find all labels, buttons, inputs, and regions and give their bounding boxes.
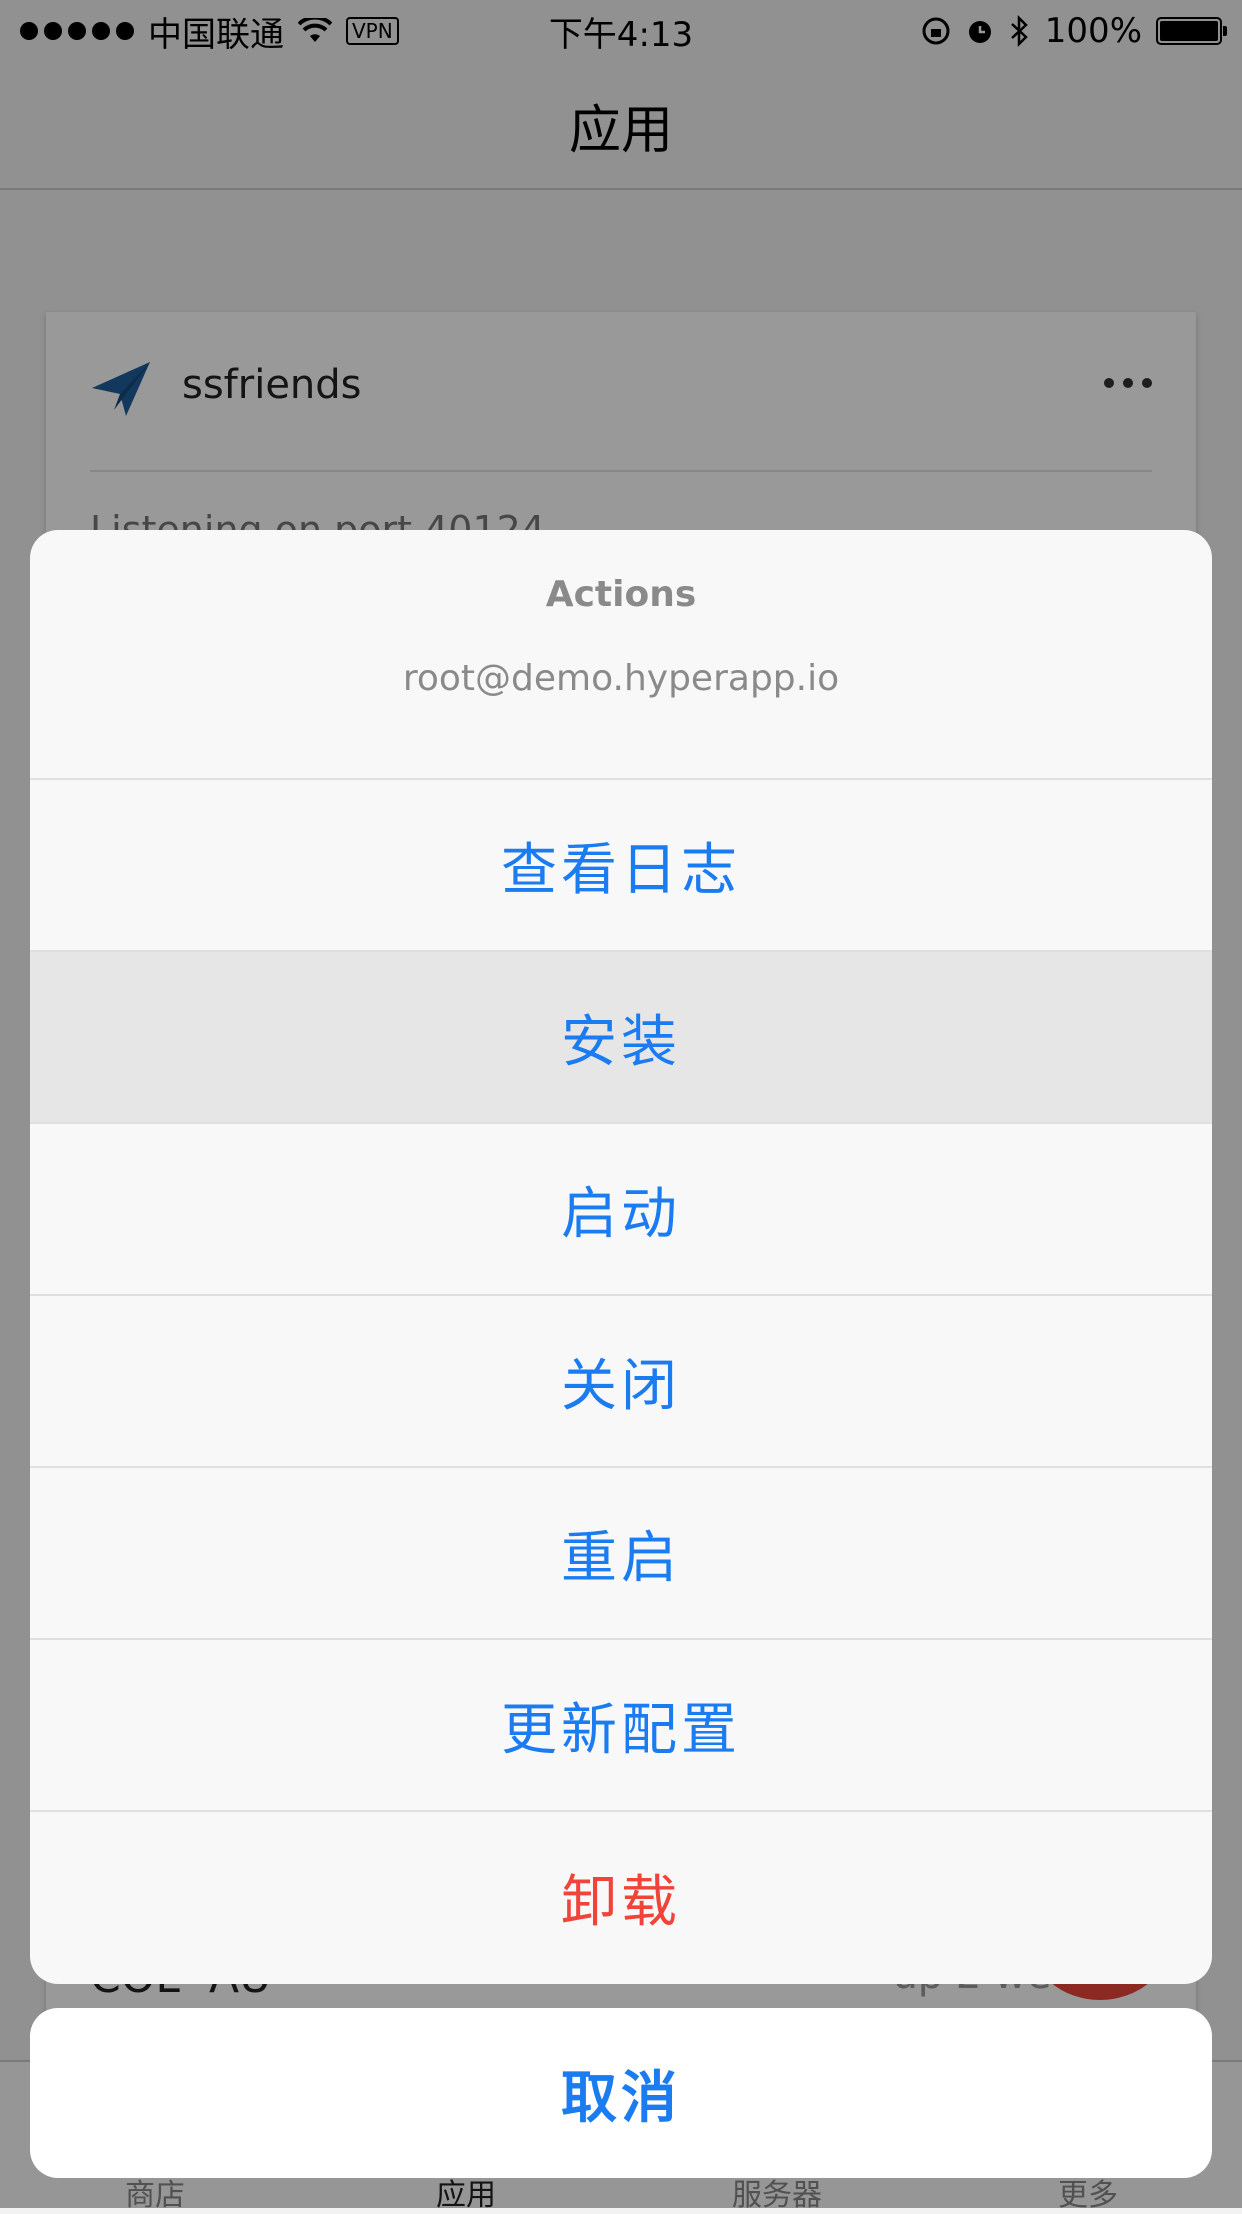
action-sheet-title: Actions [545, 574, 697, 615]
action-uninstall[interactable]: 卸载 [30, 1810, 1212, 1982]
action-stop[interactable]: 关闭 [30, 1294, 1212, 1466]
cancel-button[interactable]: 取消 [30, 2008, 1212, 2178]
action-view-logs[interactable]: 查看日志 [30, 778, 1212, 950]
action-start[interactable]: 启动 [30, 1122, 1212, 1294]
action-sheet: Actions root@demo.hyperapp.io 查看日志 安装 启动… [30, 530, 1212, 1984]
action-sheet-header: Actions root@demo.hyperapp.io [30, 530, 1212, 778]
action-install[interactable]: 安装 [30, 950, 1212, 1122]
action-sheet-subtitle: root@demo.hyperapp.io [402, 658, 840, 699]
action-restart[interactable]: 重启 [30, 1466, 1212, 1638]
action-update-config[interactable]: 更新配置 [30, 1638, 1212, 1810]
